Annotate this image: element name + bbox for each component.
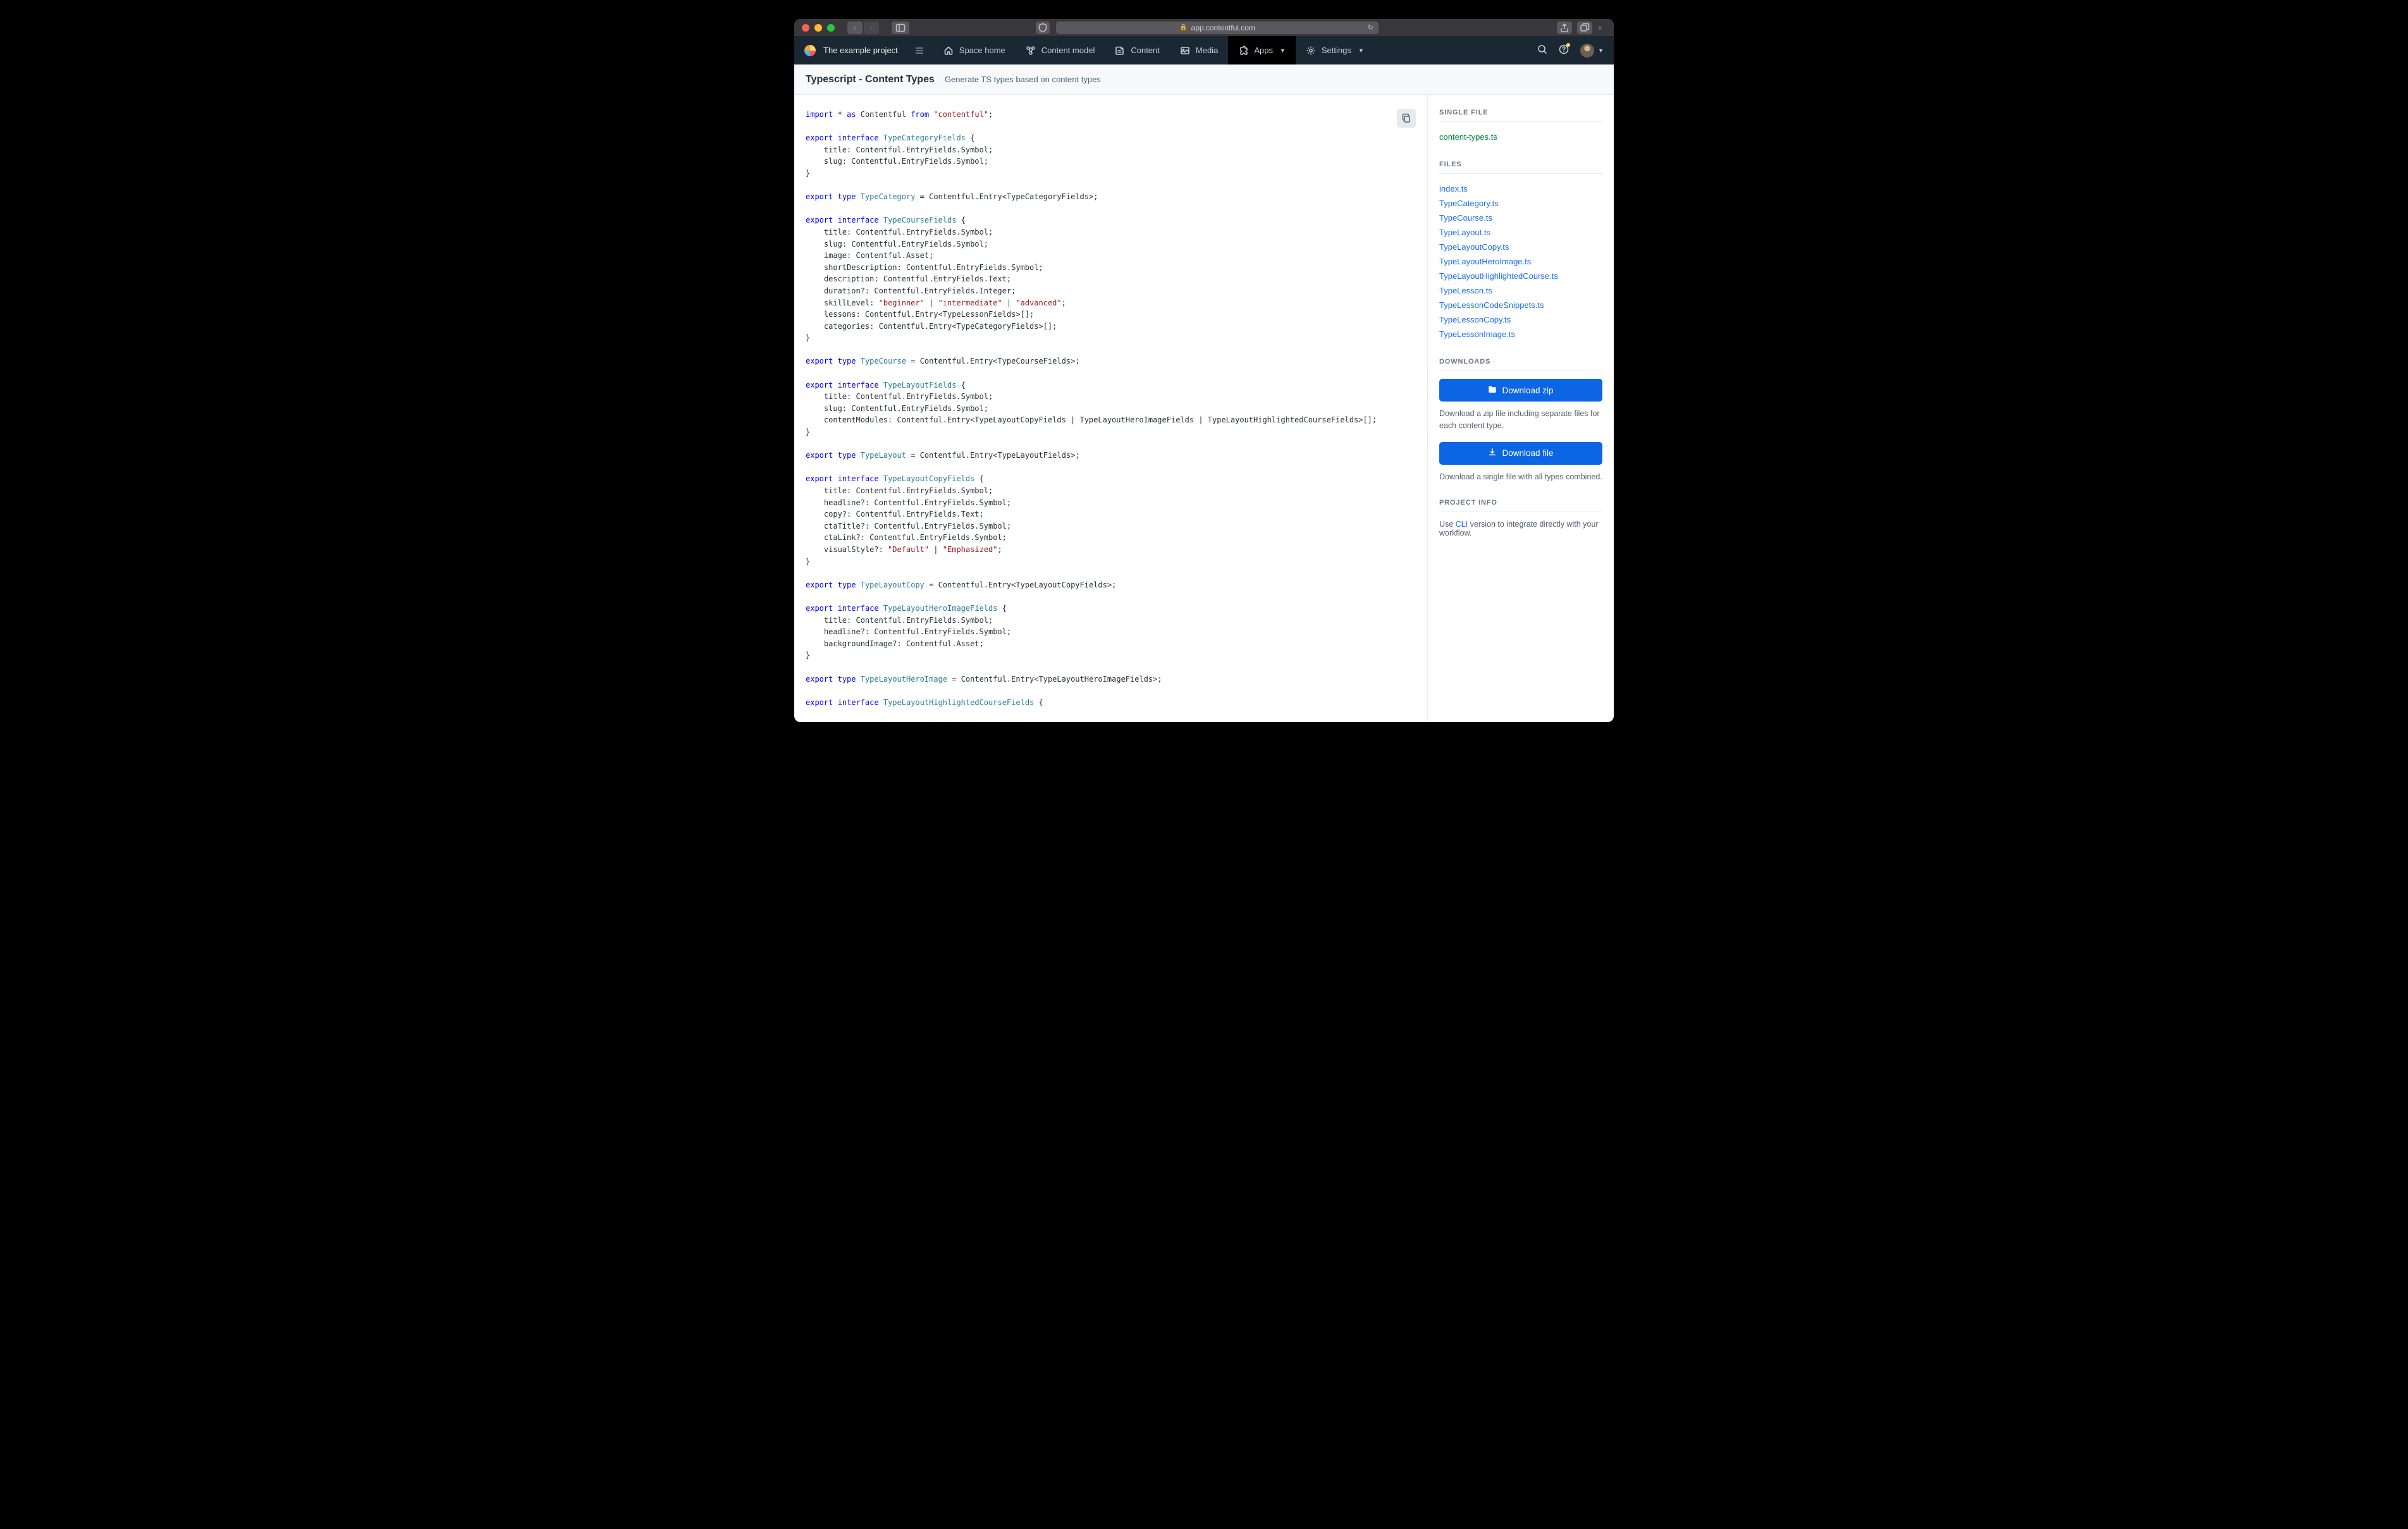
close-window-button[interactable]	[802, 24, 809, 32]
url-host: app.contentful.com	[1191, 23, 1255, 32]
files-section: FILES index.tsTypeCategory.tsTypeCourse.…	[1439, 161, 1602, 341]
project-info-heading: PROJECT INFO	[1439, 499, 1602, 512]
fullscreen-window-button[interactable]	[827, 24, 835, 32]
single-file-heading: SINGLE FILE	[1439, 109, 1602, 122]
download-file-label: Download file	[1502, 448, 1553, 458]
nav-label: Media	[1196, 46, 1218, 55]
nav-item-apps[interactable]: Apps ▼	[1228, 36, 1296, 64]
chevron-down-icon: ▼	[1598, 47, 1604, 54]
avatar	[1580, 44, 1594, 58]
file-link[interactable]: TypeLayoutHeroImage.ts	[1439, 254, 1602, 269]
nav-item-content[interactable]: Content	[1105, 36, 1170, 64]
forward-button[interactable]: ›	[864, 21, 879, 34]
nav-label: Apps	[1254, 46, 1273, 55]
nav-label: Settings	[1322, 46, 1351, 55]
downloads-section: DOWNLOADS Download zip Download a zip fi…	[1439, 358, 1602, 482]
window-controls	[802, 24, 835, 32]
nav-label: Content model	[1041, 46, 1095, 55]
nav-icon	[1238, 46, 1248, 56]
nav-label: Content	[1131, 46, 1160, 55]
nav-icon	[1115, 46, 1125, 56]
file-link[interactable]: TypeLayoutHighlightedCourse.ts	[1439, 269, 1602, 283]
share-button[interactable]	[1557, 21, 1572, 34]
download-icon	[1488, 448, 1497, 458]
download-file-button[interactable]: Download file	[1439, 442, 1602, 465]
download-zip-label: Download zip	[1502, 386, 1553, 395]
reload-icon[interactable]: ↻	[1368, 23, 1373, 32]
file-link[interactable]: TypeLayoutCopy.ts	[1439, 240, 1602, 254]
nav-icon	[1306, 46, 1316, 56]
nav-label: Space home	[959, 46, 1005, 55]
user-menu[interactable]: ▼	[1580, 44, 1604, 58]
sidebar-toggle-button[interactable]	[892, 21, 909, 34]
project-info-section: PROJECT INFO Use CLI version to integrat…	[1439, 499, 1602, 537]
copy-code-button[interactable]	[1397, 109, 1416, 128]
download-file-desc: Download a single file with all types co…	[1439, 471, 1602, 483]
nav-icon	[1026, 46, 1036, 56]
file-link[interactable]: TypeCourse.ts	[1439, 211, 1602, 225]
nav-item-content-model[interactable]: Content model	[1016, 36, 1105, 64]
tabs-button[interactable]	[1577, 21, 1592, 34]
downloads-heading: DOWNLOADS	[1439, 358, 1602, 371]
nav-item-settings[interactable]: Settings ▼	[1296, 36, 1374, 64]
new-tab-button[interactable]: +	[1597, 23, 1606, 33]
file-link[interactable]: TypeCategory.ts	[1439, 196, 1602, 211]
file-link[interactable]: TypeLessonCopy.ts	[1439, 312, 1602, 327]
file-link[interactable]: TypeLayout.ts	[1439, 225, 1602, 240]
project-name: The example project	[823, 46, 898, 55]
download-zip-button[interactable]: Download zip	[1439, 379, 1602, 402]
url-bar[interactable]: 🔒 app.contentful.com ↻	[1056, 21, 1379, 34]
minimize-window-button[interactable]	[814, 24, 822, 32]
page-header: Typescript - Content Types Generate TS t…	[794, 64, 1614, 95]
top-nav: The example project Space home Content mo…	[794, 36, 1614, 64]
nav-icon	[1180, 46, 1190, 56]
project-selector[interactable]: The example project	[794, 36, 908, 64]
privacy-shield-button[interactable]	[1036, 21, 1050, 34]
folder-icon	[1488, 385, 1497, 396]
chevron-down-icon: ▼	[1358, 47, 1364, 54]
single-file-section: SINGLE FILE content-types.ts	[1439, 109, 1602, 144]
download-zip-desc: Download a zip file including separate f…	[1439, 408, 1602, 432]
page-subtitle: Generate TS types based on content types	[945, 75, 1101, 84]
search-icon[interactable]	[1537, 44, 1547, 57]
code-panel: import * as Contentful from "contentful"…	[794, 95, 1428, 722]
nav-icon	[943, 46, 954, 56]
chevron-down-icon: ▼	[1280, 47, 1286, 54]
page-title: Typescript - Content Types	[806, 74, 935, 85]
help-icon[interactable]	[1559, 44, 1569, 57]
contentful-logo-icon	[804, 45, 816, 56]
env-switcher-button[interactable]	[908, 36, 931, 64]
lock-icon: 🔒	[1179, 24, 1187, 31]
file-link[interactable]: index.ts	[1439, 181, 1602, 196]
project-info-text: Use CLI version to integrate directly wi…	[1439, 520, 1602, 537]
cli-link[interactable]: CLI	[1456, 520, 1468, 529]
nav-item-media[interactable]: Media	[1170, 36, 1228, 64]
file-link[interactable]: TypeLesson.ts	[1439, 283, 1602, 298]
nav-item-space-home[interactable]: Space home	[933, 36, 1016, 64]
generated-code[interactable]: import * as Contentful from "contentful"…	[806, 109, 1416, 708]
file-link[interactable]: TypeLessonCodeSnippets.ts	[1439, 298, 1602, 312]
browser-titlebar: ‹ › 🔒 app.contentful.com ↻ +	[794, 19, 1614, 36]
files-heading: FILES	[1439, 161, 1602, 174]
single-file-link[interactable]: content-types.ts	[1439, 130, 1602, 144]
back-button[interactable]: ‹	[847, 21, 863, 34]
file-link[interactable]: TypeLessonImage.ts	[1439, 327, 1602, 341]
